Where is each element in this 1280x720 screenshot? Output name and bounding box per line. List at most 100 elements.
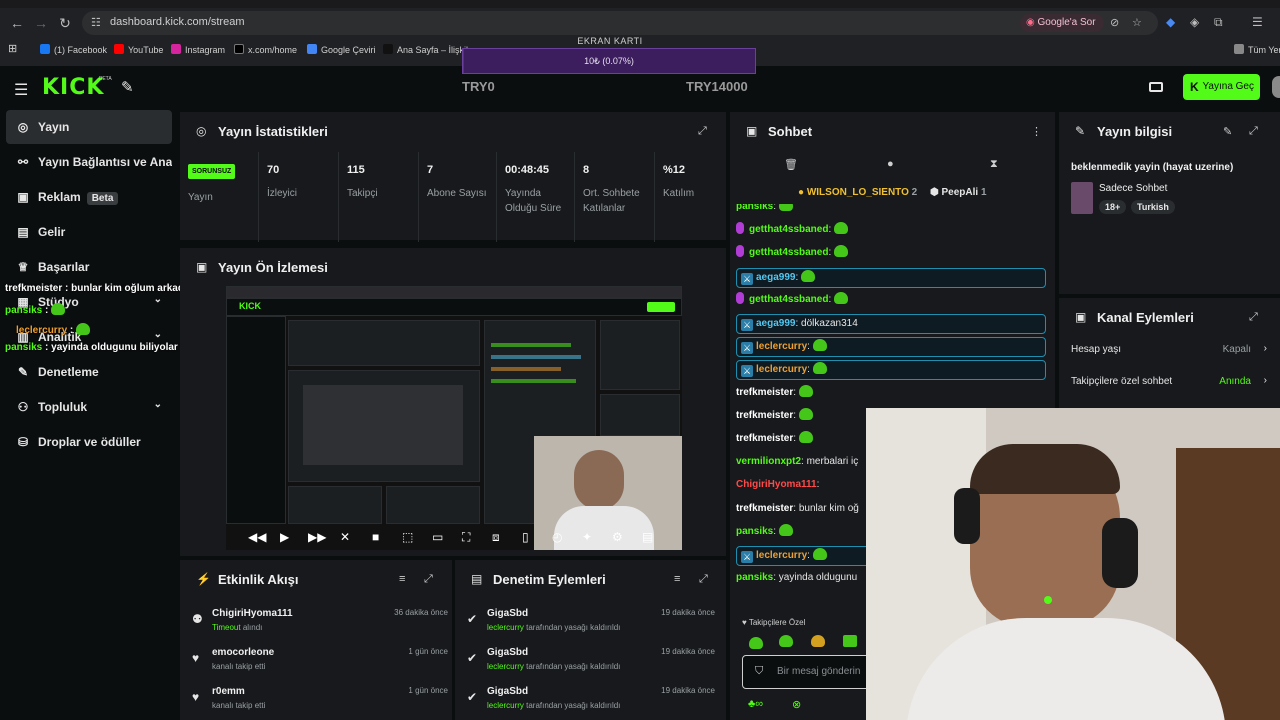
list-item[interactable]: ♥ r0emm kanalı takip etti 1 gün önce	[192, 686, 448, 720]
bookmark-facebook[interactable]: (1) Facebook	[40, 44, 107, 55]
back-icon[interactable]: ←	[8, 14, 26, 32]
channel-action-row[interactable]: Takipçilere özel sohbet Anında ›	[1071, 375, 1267, 396]
message-icon[interactable]: ●	[887, 158, 894, 170]
chat-input[interactable]: ⛉ Bir mesaj gönderin	[742, 655, 870, 689]
tab-menu-icon[interactable]: ☰	[1252, 15, 1263, 29]
chat-message[interactable]: getthat4ssbaned:	[736, 221, 849, 241]
chat-username[interactable]: getthat4ssbaned	[749, 247, 828, 258]
chat-username[interactable]: aega999	[756, 272, 795, 283]
forward-icon[interactable]: ▶▶	[308, 530, 326, 544]
screenshot-icon[interactable]: ⬚	[402, 530, 413, 544]
chat-message[interactable]: ⚔ leclercurry:	[736, 337, 1046, 358]
emote-icon[interactable]	[811, 635, 825, 647]
google-ask-button[interactable]: ◉ Google'a Sor	[1020, 14, 1104, 32]
pinned-user[interactable]: ● WILSON_LO_SIENTO 2	[798, 187, 917, 198]
chat-message[interactable]: pansiks:	[736, 204, 794, 218]
chat-username[interactable]: trefkmeister	[736, 410, 793, 421]
channel-action-row[interactable]: Hesap yaşı Kapalı ›	[1071, 343, 1267, 364]
more-options-icon[interactable]: ⋮	[1031, 125, 1042, 138]
chat-username[interactable]: vermilionxpt2	[736, 456, 801, 467]
chat-username[interactable]: pansiks	[736, 572, 773, 583]
emote-icon[interactable]	[843, 635, 857, 647]
chat-username[interactable]: trefkmeister	[736, 433, 793, 444]
chat-username[interactable]: trefkmeister	[736, 387, 793, 398]
chat-username[interactable]: ChigiriHyoma111	[736, 479, 817, 490]
sidebar-item-denetleme[interactable]: ✎ Denetleme	[6, 355, 172, 389]
chat-username[interactable]: leclercurry	[756, 550, 807, 561]
address-bar[interactable]: ☷ dashboard.kick.com/stream ◉ Google'a S…	[82, 11, 1158, 35]
list-item[interactable]: ♥ emocorleone kanalı takip etti 1 gün ön…	[192, 647, 448, 681]
avatar[interactable]	[1272, 76, 1280, 98]
list-item[interactable]: ✔ GigaSbd leclercurry tarafından yasağı …	[467, 686, 715, 720]
chat-message[interactable]: getthat4ssbaned:	[736, 291, 849, 311]
chat-message[interactable]: pansiks:	[736, 523, 794, 543]
list-item[interactable]: ✔ GigaSbd leclercurry tarafından yasağı …	[467, 647, 715, 681]
site-info-icon[interactable]: ☷	[91, 16, 101, 29]
chat-message[interactable]: ⚔ aega999:	[736, 267, 1046, 288]
category-name[interactable]: Sadece Sohbet	[1099, 183, 1167, 194]
hourglass-icon[interactable]: ⧗	[990, 158, 998, 171]
play-icon[interactable]: ▶	[280, 530, 289, 544]
sidebar-item-reklam[interactable]: ▣ Reklam Beta	[6, 180, 172, 214]
filter-icon[interactable]: ≡	[674, 573, 680, 585]
rewind-icon[interactable]: ◀◀	[248, 530, 266, 544]
reload-icon[interactable]: ↻	[56, 14, 74, 32]
go-live-button[interactable]: K Yayına Geç	[1183, 74, 1260, 100]
crop-icon[interactable]: ⧈	[492, 530, 500, 545]
sidebar-item-yayin[interactable]: ◎ Yayın	[6, 110, 172, 144]
edit-icon[interactable]: ✎	[1223, 125, 1232, 138]
chat-username[interactable]: trefkmeister	[736, 503, 793, 514]
pip-icon[interactable]: ▭	[432, 530, 443, 544]
sidebar-item-gelir[interactable]: ▤ Gelir	[6, 215, 172, 249]
sidebar-item-stream-key[interactable]: ⚯ Yayın Bağlantısı ve Anahtarı	[6, 145, 172, 179]
chat-message[interactable]: trefkmeister:	[736, 430, 814, 450]
chat-username[interactable]: aega999	[756, 318, 795, 329]
kick-logo[interactable]: KICK	[42, 75, 104, 100]
chat-username[interactable]: getthat4ssbaned	[749, 224, 828, 235]
expand-icon[interactable]: ⤢	[1249, 125, 1258, 138]
chat-username[interactable]: leclercurry	[756, 341, 807, 352]
expand-icon[interactable]: ⤢	[698, 125, 707, 138]
emote-icon[interactable]	[779, 635, 793, 647]
settings-icon[interactable]: ⚙	[612, 530, 623, 544]
sparkle-icon[interactable]: ✦	[582, 530, 592, 544]
chat-username[interactable]: getthat4ssbaned	[749, 294, 828, 305]
apps-icon[interactable]: ⊞	[8, 42, 17, 55]
chat-message[interactable]: ⚔ aega999: dölkazan314	[736, 314, 1046, 334]
bookmark-youtube[interactable]: YouTube	[114, 44, 163, 55]
extension-2-icon[interactable]: ◈	[1190, 15, 1199, 29]
bookmark-google-translate[interactable]: Google Çeviri	[307, 44, 376, 55]
chat-username[interactable]: pansiks	[736, 526, 773, 537]
extension-icon[interactable]: ◆	[1166, 15, 1175, 29]
obs-icon[interactable]	[1149, 82, 1163, 92]
filter-icon[interactable]: ≡	[399, 573, 405, 585]
stream-preview-video[interactable]: KICK ◀◀ ▶ ▶▶ ✕ ■ ⬚ ▭ ⛶ ⧈ ▯ ◴ ✦ ⚙ ▤	[226, 286, 682, 550]
fullscreen-icon[interactable]: ⛶	[462, 530, 470, 545]
sidebar-item-basarilar[interactable]: ♕ Başarılar	[6, 250, 172, 284]
bookmark-x[interactable]: x.com/home	[234, 44, 297, 55]
star-icon[interactable]: ☆	[1132, 16, 1142, 29]
bookmark-instagram[interactable]: Instagram	[171, 44, 225, 55]
sidebar-item-droplar[interactable]: ⛁ Droplar ve ödüller	[6, 425, 172, 459]
chat-message[interactable]: vermilionxpt2: merbalari iç	[736, 453, 858, 473]
pinned-user[interactable]: ⬢ PeepAli 1	[930, 187, 987, 198]
list-item[interactable]: ✔ GigaSbd leclercurry tarafından yasağı …	[467, 608, 715, 642]
theater-icon[interactable]: ▯	[522, 530, 529, 544]
list-item[interactable]: ⚉ ChigiriHyoma111 Timeout alındı 36 daki…	[192, 608, 448, 642]
chat-message[interactable]: trefkmeister:	[736, 407, 814, 427]
chat-username[interactable]: pansiks	[736, 204, 773, 212]
chat-message[interactable]: trefkmeister: bunlar kim oğ	[736, 500, 859, 520]
expand-icon[interactable]: ⤢	[699, 573, 708, 586]
menu-icon[interactable]: ☰	[14, 80, 28, 100]
kick-coin-icon[interactable]: ⊗	[792, 698, 801, 711]
chat-message[interactable]: pansiks: yayinda oldugunu	[736, 569, 857, 589]
emote-icon[interactable]	[749, 637, 763, 649]
chat-username[interactable]: leclercurry	[756, 364, 807, 375]
camera-icon[interactable]: ■	[372, 530, 379, 544]
expand-icon[interactable]: ⤢	[424, 573, 433, 586]
chat-message[interactable]: getthat4ssbaned:	[736, 244, 849, 264]
trash-icon[interactable]: 🗑	[784, 158, 798, 171]
puzzle-icon[interactable]: ⧉	[1214, 15, 1223, 30]
eye-off-icon[interactable]: ⊘	[1110, 16, 1119, 29]
points-icon[interactable]: ♣∞	[748, 698, 763, 710]
